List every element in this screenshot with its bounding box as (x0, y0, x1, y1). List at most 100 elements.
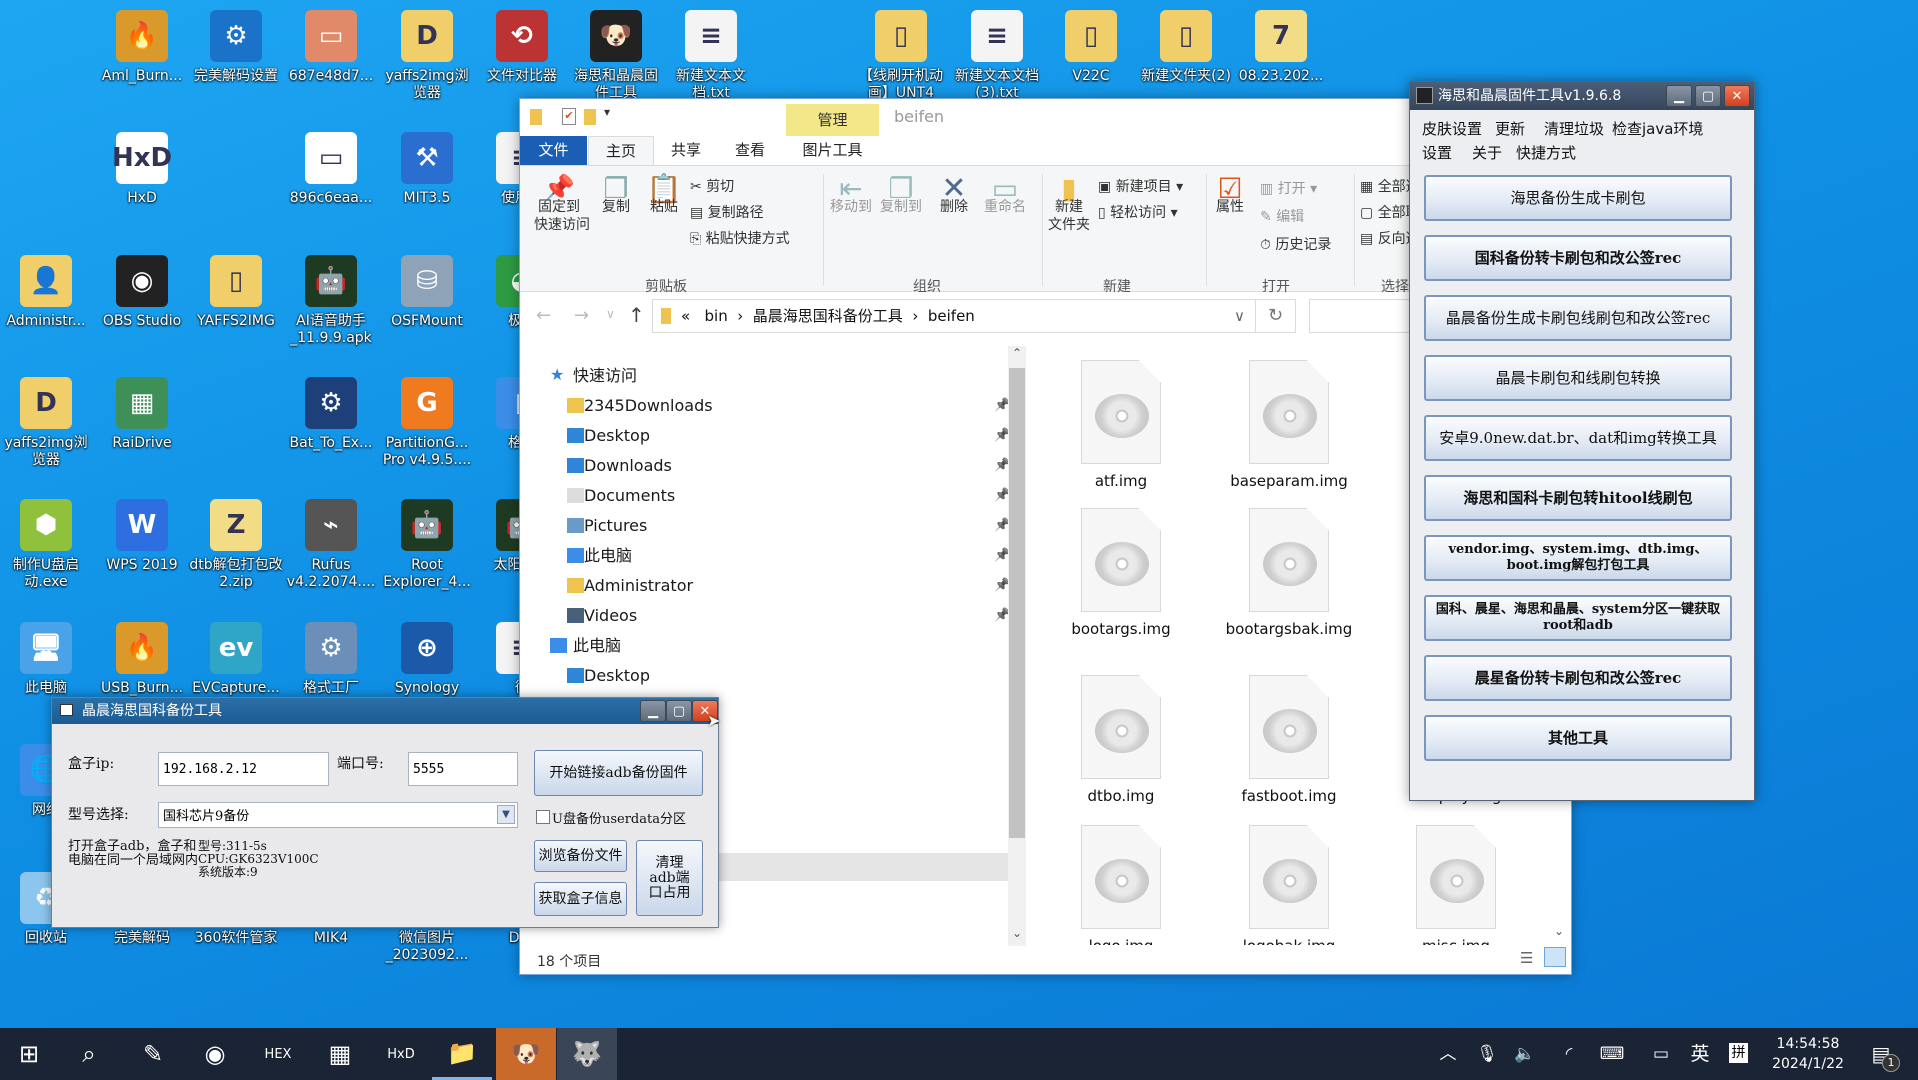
port-input[interactable] (408, 752, 518, 786)
desktop-icon[interactable]: ⚙ Bat_To_Ex... (283, 373, 379, 452)
tab-view[interactable]: 查看 (724, 136, 776, 165)
microphone-icon[interactable]: 🎙 (1476, 1028, 1498, 1080)
desktop-icon[interactable]: 🔥 USB_Burn... (94, 618, 190, 697)
nav-item[interactable]: Videos 📌 (520, 601, 1010, 631)
desktop-icon[interactable]: ⛁ OSFMount (379, 251, 475, 330)
desktop-icon[interactable]: ◉ OBS Studio (94, 251, 190, 330)
start-taskbar-icon[interactable]: ⊞ (0, 1028, 59, 1080)
ime-language[interactable]: 英 (1688, 1028, 1712, 1080)
desktop-icon[interactable]: ▯ 新建文件夹(2) (1138, 6, 1234, 85)
search-taskbar-icon[interactable]: ⌕ (59, 1028, 119, 1080)
usb-backup-checkbox[interactable] (536, 810, 550, 824)
easy-access-button[interactable]: ▯ 轻松访问 ▾ (1098, 202, 1178, 222)
file-item[interactable]: bootargsbak.img (1214, 508, 1364, 638)
nav-item[interactable]: Downloads 📌 (520, 451, 1010, 481)
desktop-icon[interactable]: ▯ V22C (1043, 6, 1139, 85)
tablet-mode-icon[interactable]: ▭ (1648, 1028, 1674, 1080)
history-button[interactable]: ⏱ 历史记录 (1260, 234, 1331, 254)
desktop-icon[interactable]: ⌁ Rufus v4.2.2074.... (283, 495, 379, 591)
tool-button[interactable]: 晶晨卡刷包和线刷包转换 (1424, 355, 1732, 401)
copy-to-button[interactable]: ❐ 复制到 (876, 175, 926, 216)
firmware-tool-taskbar-icon[interactable]: 🐶 (496, 1028, 556, 1080)
tool-button[interactable]: 国科、晨星、海思和晶晨、system分区一键获取root和adb (1424, 595, 1732, 641)
tool-button[interactable]: 国科备份转卡刷包和改公签rec (1424, 235, 1732, 281)
android-tool-taskbar-icon[interactable]: ▦ (310, 1028, 370, 1080)
new-item-button[interactable]: ▣ 新建项目 ▾ (1098, 176, 1183, 196)
desktop-icon[interactable]: 7 08.23.202... (1233, 6, 1329, 85)
breadcrumb-bin[interactable]: bin (705, 307, 728, 325)
rename-button[interactable]: ▭ 重命名 (978, 175, 1032, 216)
desktop-icon[interactable]: ▦ RaiDrive (94, 373, 190, 452)
nav-item[interactable]: 此电脑 📌 (520, 541, 1010, 571)
menu-item[interactable]: 更新 (1495, 118, 1525, 139)
menu-item[interactable]: 关于 (1472, 142, 1502, 163)
nav-item[interactable]: Documents 📌 (520, 481, 1010, 511)
file-item[interactable]: logobak.img (1214, 825, 1364, 945)
nav-item[interactable]: 2345Downloads 📌 (520, 391, 1010, 421)
menu-item[interactable]: 皮肤设置 (1422, 118, 1482, 139)
scroll-down-icon[interactable]: ⌄ (1008, 926, 1026, 944)
desktop-icon[interactable]: ⟲ 文件对比器 (474, 6, 570, 85)
tab-file[interactable]: 文件 (520, 136, 587, 165)
minimize-button[interactable]: ▁ (1666, 85, 1692, 107)
move-to-button[interactable]: ⇤ 移动到 (826, 175, 876, 216)
ip-input[interactable] (158, 752, 329, 786)
ime-mode[interactable]: 拼 (1729, 1043, 1748, 1063)
network-icon[interactable]: ◜ (1557, 1028, 1581, 1080)
menu-item[interactable]: 检查java环境 (1612, 118, 1703, 139)
properties-button[interactable]: ☑ 属性 (1210, 175, 1250, 216)
tab-home[interactable]: 主页 (588, 136, 654, 165)
get-box-info-button[interactable]: 获取盒子信息 (534, 882, 627, 916)
desktop-icon[interactable]: Zdtb解包打包改2.zip (188, 495, 284, 591)
desktop-icon[interactable]: 🐶 海思和晶晨固件工具 (568, 6, 664, 102)
file-item[interactable]: dtbo.img (1046, 675, 1196, 805)
start-backup-button[interactable]: 开始链接adb备份固件 (534, 750, 703, 796)
hex-editor-taskbar-icon[interactable]: HEX (248, 1028, 308, 1080)
breadcrumb-overflow[interactable]: « (681, 307, 690, 325)
volume-icon[interactable]: 🔈 (1514, 1028, 1536, 1080)
up-button[interactable]: ↑ (628, 303, 645, 327)
close-button[interactable]: ✕ (1724, 85, 1750, 107)
desktop-icon[interactable]: ≡ 新建文本文档(3).txt (949, 6, 1045, 102)
tool-button[interactable]: 晶晨备份生成卡刷包线刷包和改公签rec (1424, 295, 1732, 341)
nav-scrollbar[interactable]: ⌃ ⌄ (1008, 346, 1026, 946)
desktop-icon[interactable]: HxD HxD (94, 128, 190, 207)
browse-backup-button[interactable]: 浏览备份文件 (534, 840, 627, 872)
pin-to-quick-access-button[interactable]: 📌 固定到 快速访问 (534, 176, 590, 234)
tool-button[interactable]: 海思和国科卡刷包转hitool线刷包 (1424, 475, 1732, 521)
desktop-icon[interactable]: ▭ 687e48d7... (283, 6, 379, 85)
file-item[interactable]: atf.img (1046, 360, 1196, 490)
husky-tool-taskbar-icon[interactable]: 🐺 (557, 1028, 617, 1080)
touch-keyboard-icon[interactable]: ⌨ (1596, 1028, 1628, 1080)
copy-path-button[interactable]: ▤ 复制路径 (690, 202, 764, 222)
hxd-taskbar-icon[interactable]: HxD (371, 1028, 431, 1080)
breadcrumb-tool[interactable]: 晶晨海思国科备份工具 (753, 307, 903, 325)
desktop-icon[interactable]: ▯ 【线刷开机动画】UNT4 (853, 6, 949, 102)
desktop-icon[interactable]: 🤖 AI语音助手_11.9.9.apk (283, 251, 379, 347)
tab-share[interactable]: 共享 (660, 136, 712, 165)
scroll-up-icon[interactable]: ⌃ (1008, 346, 1026, 364)
delete-button[interactable]: ✕ 删除 (934, 174, 974, 216)
desktop-icon[interactable]: 🤖 Root Explorer_4... (379, 495, 475, 591)
paste-shortcut-button[interactable]: ⎘ 粘贴快捷方式 (690, 228, 790, 248)
tool-button[interactable]: 海思备份生成卡刷包 (1424, 175, 1732, 221)
context-tab-manage[interactable]: 管理 (786, 104, 879, 136)
file-item[interactable]: bootargs.img (1046, 508, 1196, 638)
nav-scrollbar-thumb[interactable] (1009, 368, 1025, 838)
nav-item[interactable]: Desktop 📌 (520, 421, 1010, 451)
large-icons-view-button[interactable] (1544, 947, 1566, 967)
desktop-icon[interactable]: ▭ 896c6eaa... (283, 128, 379, 207)
desktop-icon[interactable]: 🔥 Aml_Burn... (94, 6, 190, 85)
nav-item[interactable]: Pictures 📌 (520, 511, 1010, 541)
clean-adb-port-button[interactable]: 清理adb端口占用 (636, 840, 703, 916)
desktop-icon[interactable]: ⚒ MIT3.5 (379, 128, 475, 207)
file-item[interactable]: misc.img (1381, 825, 1531, 945)
desktop-icon[interactable]: Dyaffs2img浏览器 (0, 373, 94, 469)
new-folder-button[interactable]: ▮ 新建 文件夹 (1046, 175, 1092, 234)
file-item[interactable]: fastboot.img (1214, 675, 1364, 805)
pen-taskbar-icon[interactable]: ✎ (123, 1028, 183, 1080)
cut-button[interactable]: ✂ 剪切 (690, 176, 734, 196)
tool-button[interactable]: 晨星备份转卡刷包和改公签rec (1424, 655, 1732, 701)
nav-this-pc[interactable]: 此电脑 (520, 631, 1010, 661)
new-folder-quick-icon[interactable] (584, 109, 596, 125)
